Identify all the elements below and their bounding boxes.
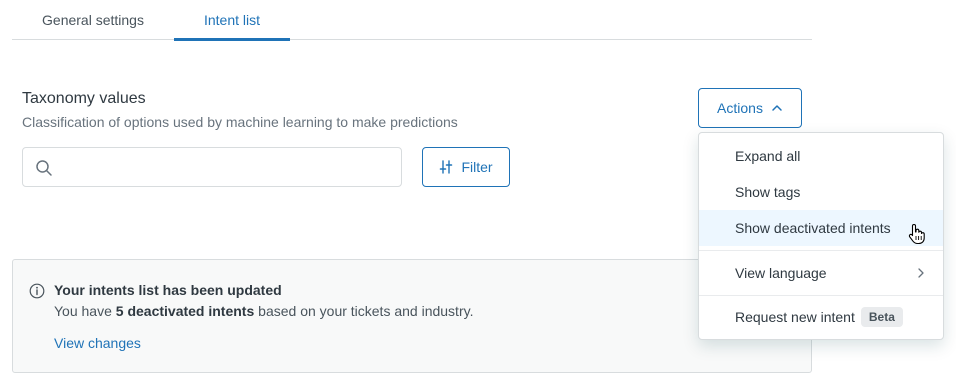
hand-pointer-cursor-icon <box>908 223 925 245</box>
filter-button[interactable]: Filter <box>422 147 510 187</box>
beta-badge: Beta <box>860 307 903 328</box>
tab-general-settings[interactable]: General settings <box>12 0 174 40</box>
section-subtitle: Classification of options used by machin… <box>22 114 458 130</box>
notice-body-suffix: based on your tickets and industry. <box>254 303 474 319</box>
menu-item-request-new-intent[interactable]: Request new intent Beta <box>699 299 943 335</box>
actions-label: Actions <box>717 100 763 116</box>
update-notice: Your intents list has been updated You h… <box>12 259 812 373</box>
filter-label: Filter <box>461 159 493 175</box>
menu-divider <box>699 295 943 296</box>
menu-item-view-language[interactable]: View language <box>699 255 943 291</box>
section-title: Taxonomy values <box>22 90 146 107</box>
tab-intent-list[interactable]: Intent list <box>174 0 290 41</box>
menu-item-request-new-intent-label: Request new intent <box>735 309 855 325</box>
menu-item-show-tags[interactable]: Show tags <box>699 174 943 210</box>
notice-body-count: 5 deactivated intents <box>115 303 255 319</box>
notice-title: Your intents list has been updated <box>54 282 282 298</box>
actions-button[interactable]: Actions <box>698 88 802 128</box>
chevron-right-icon <box>918 268 924 278</box>
chevron-up-icon <box>772 105 782 111</box>
menu-item-expand-all[interactable]: Expand all <box>699 138 943 174</box>
search-input[interactable] <box>63 156 393 178</box>
search-icon <box>36 160 52 176</box>
search-field[interactable] <box>22 147 402 187</box>
tab-bar: General settings Intent list <box>12 0 812 41</box>
info-icon <box>29 283 45 299</box>
menu-divider <box>699 250 943 251</box>
filter-sliders-icon <box>440 160 453 174</box>
view-changes-link[interactable]: View changes <box>54 335 141 351</box>
notice-body-prefix: You have <box>54 303 116 319</box>
notice-body: You have 5 deactivated intents based on … <box>54 303 473 319</box>
menu-item-show-deactivated-intents[interactable]: Show deactivated intents <box>699 210 943 246</box>
menu-item-view-language-label: View language <box>735 265 827 281</box>
